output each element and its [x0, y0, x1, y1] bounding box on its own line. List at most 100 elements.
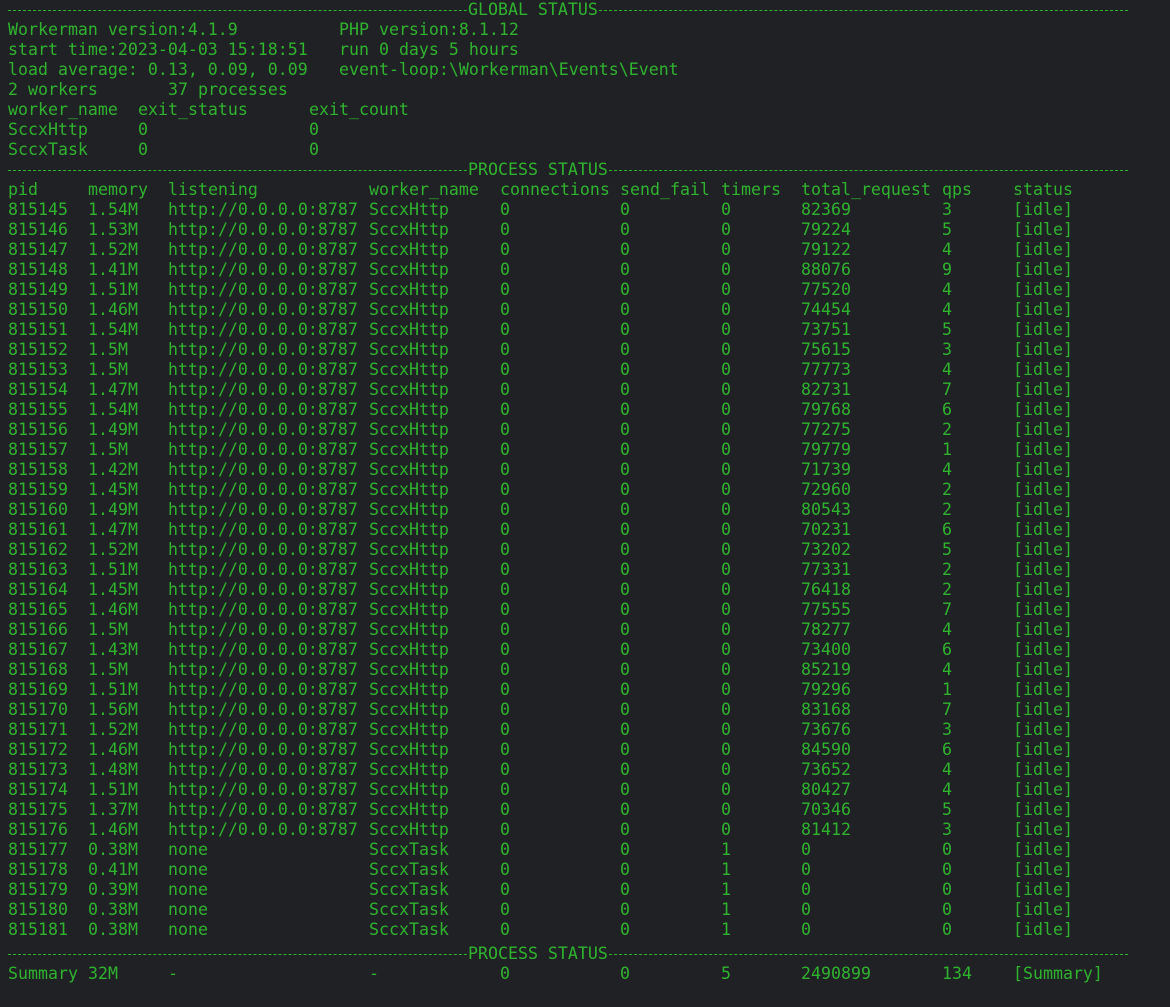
header-memory: memory: [88, 180, 148, 199]
cell-total-request: 82369: [801, 200, 851, 219]
cell-timers: 0: [721, 820, 731, 839]
worker-row: SccxTask 0 0: [8, 140, 319, 160]
cell-connections: 0: [500, 740, 510, 759]
cell-qps: 4: [942, 620, 952, 639]
process-row: 815165 1.46M http://0.0.0.0:8787 SccxHttp 0 0…: [8, 600, 1158, 620]
cell-send-fail: 0: [620, 640, 630, 659]
cell-connections: 0: [500, 520, 510, 539]
cell-total-request: 0: [801, 880, 811, 899]
cell-connections: 0: [500, 800, 510, 819]
cell-pid: 815156: [8, 420, 68, 439]
cell-listening: http://0.0.0.0:8787: [168, 280, 358, 299]
cell-send-fail: 0: [620, 460, 630, 479]
cell-memory: 1.42M: [88, 460, 138, 479]
cell-qps: 5: [942, 800, 952, 819]
cell-total-request: 79779: [801, 440, 851, 459]
summary-status: [Summary]: [1013, 964, 1103, 983]
cell-qps: 0: [942, 880, 952, 899]
cell-worker-name: SccxHttp: [369, 360, 449, 379]
cell-connections: 0: [500, 880, 510, 899]
terminal-window[interactable]: GLOBAL STATUS Workerman version:4.1.9 PH…: [0, 0, 1170, 1007]
cell-worker-name: SccxHttp: [369, 560, 449, 579]
process-row: 815150 1.46M http://0.0.0.0:8787 SccxHttp 0 0…: [8, 300, 1158, 320]
cell-send-fail: 0: [620, 840, 630, 859]
cell-memory: 1.47M: [88, 380, 138, 399]
cell-worker-name: SccxHttp: [369, 500, 449, 519]
cell-memory: 1.51M: [88, 560, 138, 579]
exit-count: 0: [309, 120, 319, 139]
cell-connections: 0: [500, 260, 510, 279]
cell-listening: http://0.0.0.0:8787: [168, 300, 358, 319]
process-row: 815176 1.46M http://0.0.0.0:8787 SccxHttp 0 0…: [8, 820, 1158, 840]
cell-qps: 4: [942, 460, 952, 479]
process-row: 815148 1.41M http://0.0.0.0:8787 SccxHttp 0 0…: [8, 260, 1158, 280]
cell-timers: 1: [721, 840, 731, 859]
cell-listening: http://0.0.0.0:8787: [168, 500, 358, 519]
cell-memory: 0.38M: [88, 920, 138, 939]
cell-memory: 1.37M: [88, 800, 138, 819]
cell-send-fail: 0: [620, 380, 630, 399]
cell-timers: 1: [721, 880, 731, 899]
cell-total-request: 77275: [801, 420, 851, 439]
cell-pid: 815180: [8, 900, 68, 919]
cell-listening: http://0.0.0.0:8787: [168, 660, 358, 679]
cell-timers: 0: [721, 500, 731, 519]
worker-row: SccxHttp 0 0: [8, 120, 319, 140]
cell-connections: 0: [500, 760, 510, 779]
header-total-request: total_request: [801, 180, 931, 199]
cell-send-fail: 0: [620, 880, 630, 899]
cell-worker-name: SccxHttp: [369, 660, 449, 679]
cell-memory: 1.51M: [88, 780, 138, 799]
cell-pid: 815147: [8, 240, 68, 259]
cell-total-request: 70346: [801, 800, 851, 819]
cell-timers: 0: [721, 440, 731, 459]
cell-send-fail: 0: [620, 800, 630, 819]
cell-qps: 2: [942, 580, 952, 599]
cell-listening: http://0.0.0.0:8787: [168, 400, 358, 419]
exit-count: 0: [309, 140, 319, 159]
cell-connections: 0: [500, 240, 510, 259]
workerman-version: Workerman version:4.1.9: [8, 20, 238, 39]
cell-listening: http://0.0.0.0:8787: [168, 620, 358, 639]
cell-pid: 815146: [8, 220, 68, 239]
cell-pid: 815179: [8, 880, 68, 899]
summary-worker-name: -: [369, 964, 379, 983]
process-row: 815162 1.52M http://0.0.0.0:8787 SccxHttp 0 0…: [8, 540, 1158, 560]
cell-send-fail: 0: [620, 820, 630, 839]
cell-send-fail: 0: [620, 500, 630, 519]
cell-connections: 0: [500, 680, 510, 699]
cell-total-request: 79768: [801, 400, 851, 419]
cell-memory: 1.51M: [88, 280, 138, 299]
cell-connections: 0: [500, 220, 510, 239]
cell-timers: 0: [721, 620, 731, 639]
process-row: 815152 1.5M http://0.0.0.0:8787 SccxHttp 0 0 0…: [8, 340, 1158, 360]
cell-qps: 3: [942, 820, 952, 839]
cell-status: [idle]: [1013, 620, 1073, 639]
cell-send-fail: 0: [620, 400, 630, 419]
cell-memory: 1.5M: [88, 340, 128, 359]
cell-total-request: 72960: [801, 480, 851, 499]
worker-name: SccxHttp: [8, 120, 88, 139]
cell-total-request: 81412: [801, 820, 851, 839]
cell-connections: 0: [500, 920, 510, 939]
cell-listening: none: [168, 840, 208, 859]
cell-listening: http://0.0.0.0:8787: [168, 420, 358, 439]
cell-qps: 7: [942, 600, 952, 619]
cell-worker-name: SccxHttp: [369, 800, 449, 819]
cell-qps: 2: [942, 500, 952, 519]
cell-timers: 0: [721, 740, 731, 759]
cell-qps: 4: [942, 360, 952, 379]
cell-send-fail: 0: [620, 360, 630, 379]
cell-memory: 0.38M: [88, 900, 138, 919]
cell-pid: 815161: [8, 520, 68, 539]
cell-timers: 0: [721, 200, 731, 219]
cell-worker-name: SccxHttp: [369, 380, 449, 399]
process-row: 815160 1.49M http://0.0.0.0:8787 SccxHttp 0 0…: [8, 500, 1158, 520]
cell-qps: 3: [942, 200, 952, 219]
cell-timers: 0: [721, 720, 731, 739]
cell-send-fail: 0: [620, 720, 630, 739]
cell-pid: 815159: [8, 480, 68, 499]
cell-listening: http://0.0.0.0:8787: [168, 640, 358, 659]
process-status-title: PROCESS STATUS: [467, 944, 609, 964]
header-exit-count: exit_count: [309, 100, 409, 119]
